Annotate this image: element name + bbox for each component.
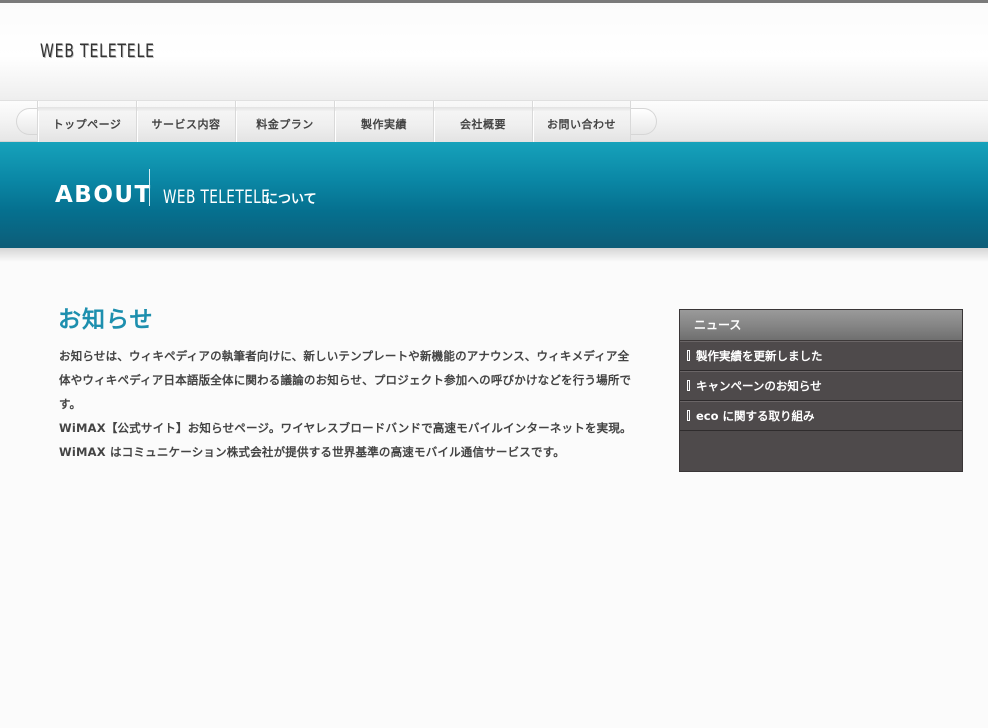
nav-right-cap [631, 108, 657, 135]
banner-title: ABOUT [55, 182, 152, 208]
nav-item-pricing[interactable]: 料金プラン [235, 101, 334, 142]
nav-item-company[interactable]: 会社概要 [433, 101, 532, 142]
nav-item-contact[interactable]: お問い合わせ [532, 101, 631, 142]
news-sidebar-title: ニュース [680, 310, 962, 341]
nav-item-services[interactable]: サービス内容 [136, 101, 235, 142]
global-navigation: トップページ サービス内容 料金プラン 製作実績 会社概要 お問い合わせ [0, 100, 988, 142]
news-item-label: キャンペーンのお知らせ [696, 379, 822, 393]
nav-item-label: 会社概要 [460, 117, 506, 131]
site-logo[interactable]: WEB TELETELE [40, 40, 155, 62]
news-item-label: eco に関する取り組み [696, 409, 815, 423]
nav-item-label: お問い合わせ [547, 117, 616, 131]
news-item-label: 製作実績を更新しました [696, 349, 823, 363]
content-paragraph: お知らせは、ウィキペディアの執筆者向けに、新しいテンプレートや新機能のアナウンス… [59, 349, 632, 411]
nav-item-top-page[interactable]: トップページ [37, 101, 136, 142]
news-item-works-updated[interactable]: 製作実績を更新しました [680, 341, 962, 371]
news-sidebar: ニュース 製作実績を更新しました キャンペーンのお知らせ eco に関する取り組… [679, 309, 963, 472]
nav-item-works[interactable]: 製作実績 [334, 101, 433, 142]
content-paragraph: WiMAX【公式サイト】お知らせページ。ワイヤレスブロードバンドで高速モバイルイ… [59, 421, 632, 435]
nav-item-label: トップページ [52, 117, 122, 131]
page-title: お知らせ [58, 307, 154, 333]
banner-shadow [0, 248, 988, 262]
banner-subtitle-jp: について [265, 192, 317, 207]
site-header: WEB TELETELE [0, 3, 988, 100]
news-item-eco[interactable]: eco に関する取り組み [680, 401, 962, 431]
nav-item-label: サービス内容 [151, 117, 221, 131]
bullet-icon [687, 350, 690, 361]
news-item-campaign[interactable]: キャンペーンのお知らせ [680, 371, 962, 401]
bullet-icon [687, 380, 690, 391]
nav-item-label: 製作実績 [361, 117, 407, 131]
banner-subtitle-en: WEB TELETELE [163, 186, 271, 208]
banner-divider [149, 169, 150, 206]
main-content: お知らせは、ウィキペディアの執筆者向けに、新しいテンプレートや新機能のアナウンス… [59, 344, 639, 464]
bullet-icon [687, 410, 690, 421]
banner-subtitle: WEB TELETELEについて [163, 186, 317, 208]
nav-item-label: 料金プラン [256, 117, 314, 131]
nav-items: トップページ サービス内容 料金プラン 製作実績 会社概要 お問い合わせ [37, 101, 631, 142]
content-paragraph: WiMAX はコミュニケーション株式会社が提供する世界基準の高速モバイル通信サー… [59, 445, 565, 459]
